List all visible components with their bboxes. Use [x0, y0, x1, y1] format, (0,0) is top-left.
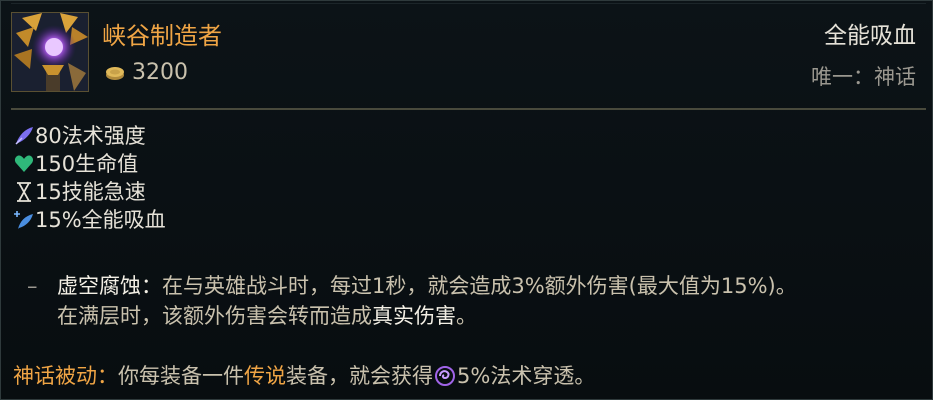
omnivamp-icon: [14, 211, 33, 229]
stat-health: 150生命值: [13, 150, 166, 178]
mythic-passive-title: 神话被动：: [13, 364, 118, 388]
bullet-dash: –: [27, 274, 38, 298]
cost-value: 3200: [132, 60, 188, 85]
passive-line-1: – 虚空腐蚀：在与英雄战斗时，每过1秒，就会造成3%额外伤害(最大值为15%)。: [27, 271, 917, 301]
magic-penetration-icon: [435, 366, 455, 386]
passive-line-2: 在满层时，该额外伤害会转而造成真实伤害。: [57, 304, 477, 328]
ability-haste-icon: [17, 182, 31, 202]
passive-name: 虚空腐蚀：: [57, 274, 162, 298]
item-tooltip: 峡谷制造者 3200 全能吸血 唯一：神话 80法术强度 150生命值 15技能…: [0, 0, 933, 400]
top-border-line: [11, 3, 926, 4]
item-limit-label: 唯一：神话: [811, 65, 916, 89]
stat-ability-haste: 15技能急速: [13, 178, 166, 206]
stats-list: 80法术强度 150生命值 15技能急速 15%全能吸血: [13, 122, 166, 234]
passive-description: – 虚空腐蚀：在与英雄战斗时，每过1秒，就会造成3%额外伤害(最大值为15%)。 …: [27, 271, 917, 331]
riftmaker-item-icon: [11, 12, 89, 92]
mythic-passive: 神话被动： 你每装备一件 传说 装备，就会获得 5%法术穿透。: [13, 361, 595, 391]
header-divider: [11, 108, 926, 110]
item-name: 峡谷制造者: [102, 22, 222, 50]
true-damage-keyword: 真实伤害: [372, 304, 456, 328]
ability-power-icon: [15, 127, 33, 145]
item-rarity-label: 全能吸血: [824, 23, 916, 49]
legendary-keyword: 传说: [244, 364, 286, 388]
gold-coin-icon: [106, 66, 124, 80]
stat-ability-power: 80法术强度: [13, 122, 166, 150]
passive-text-1: 在与英雄战斗时，每过1秒，就会造成3%额外伤害(最大值为15%)。: [162, 274, 797, 298]
stat-omnivamp: 15%全能吸血: [13, 206, 166, 234]
item-cost: 3200: [104, 60, 188, 85]
health-icon: [14, 155, 34, 172]
